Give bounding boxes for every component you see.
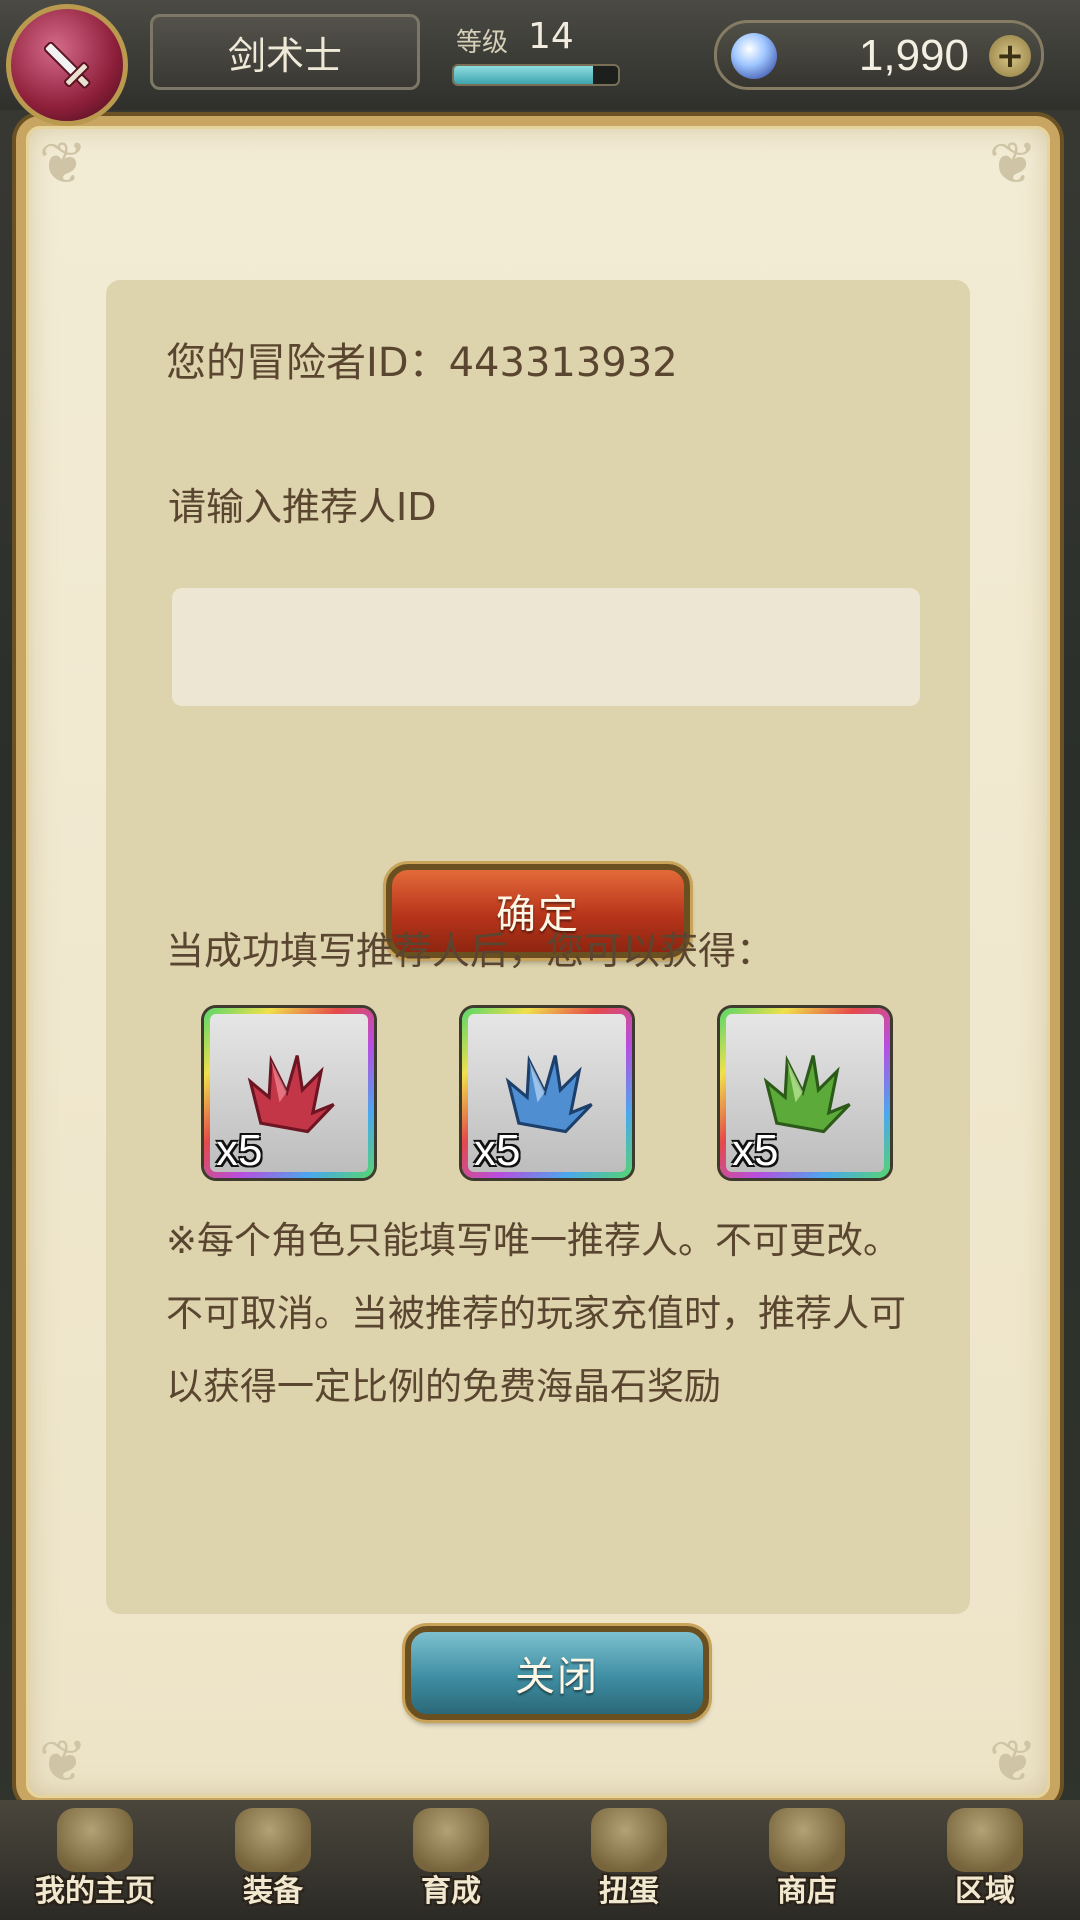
referral-dialog: ❦ ❦ ❦ ❦ 您的冒险者ID：443313932 请输入推荐人ID 确定 当成… [16,116,1060,1808]
referrer-id-input[interactable] [172,588,920,706]
reward-quantity: x5 [474,1126,521,1175]
avatar[interactable] [6,4,128,126]
top-bar: 剑术士 等级 14 1,990 + [0,0,1080,110]
reward-quantity: x5 [732,1126,779,1175]
nav-label: 我的主页 [35,1874,155,1909]
currency-value: 1,990 [858,31,969,80]
reward-item-blue: x5 [462,1008,632,1178]
nav-label: 装备 [243,1874,303,1909]
referral-panel: 您的冒险者ID：443313932 请输入推荐人ID 确定 当成功填写推荐人后，… [106,280,970,1614]
plus-icon[interactable]: + [989,35,1031,77]
reward-intro: 当成功填写推荐人后，您可以获得： [166,929,775,973]
level-display: 等级 14 [440,10,630,90]
level-progress-bar [452,64,620,86]
nav-item-training[interactable]: 育成 [366,1800,536,1920]
area-icon [947,1808,1023,1872]
referrer-prompt: 请输入推荐人ID [168,485,437,529]
class-name: 剑术士 [150,14,420,90]
nav-item-gacha[interactable]: 扭蛋 [544,1800,714,1920]
sword-icon [43,41,91,89]
reward-quantity: x5 [216,1126,263,1175]
level-label: 等级 [456,28,509,58]
nav-item-shop[interactable]: 商店 [722,1800,892,1920]
close-button[interactable]: 关闭 [405,1626,709,1720]
adventurer-id: 您的冒险者ID：443313932 [166,340,678,386]
corner-ornament-icon: ❦ [38,129,88,197]
nav-label: 扭蛋 [599,1874,659,1909]
sea-crystal-icon [731,33,777,79]
corner-ornament-icon: ❦ [38,1727,88,1795]
reward-item-green: x5 [720,1008,890,1178]
shop-icon [769,1808,845,1872]
bottom-nav: 我的主页 装备 育成 扭蛋 商店 区域 [0,1800,1080,1920]
nav-label: 育成 [421,1874,481,1909]
currency-display: 1,990 + [714,20,1044,90]
equipment-icon [235,1808,311,1872]
nav-label: 商店 [777,1874,837,1909]
corner-ornament-icon: ❦ [988,129,1038,197]
nav-item-home[interactable]: 我的主页 [10,1800,180,1920]
reward-item-red: x5 [204,1008,374,1178]
nav-item-equipment[interactable]: 装备 [188,1800,358,1920]
home-icon [57,1808,133,1872]
training-icon [413,1808,489,1872]
level-value: 14 [528,16,574,57]
referral-notice: ※每个角色只能填写唯一推荐人。不可更改。不可取消。当被推荐的玩家充值时，推荐人可… [166,1219,906,1408]
gacha-icon [591,1808,667,1872]
nav-item-area[interactable]: 区域 [900,1800,1070,1920]
level-progress-fill [454,66,594,84]
nav-label: 区域 [955,1874,1015,1909]
corner-ornament-icon: ❦ [988,1727,1038,1795]
